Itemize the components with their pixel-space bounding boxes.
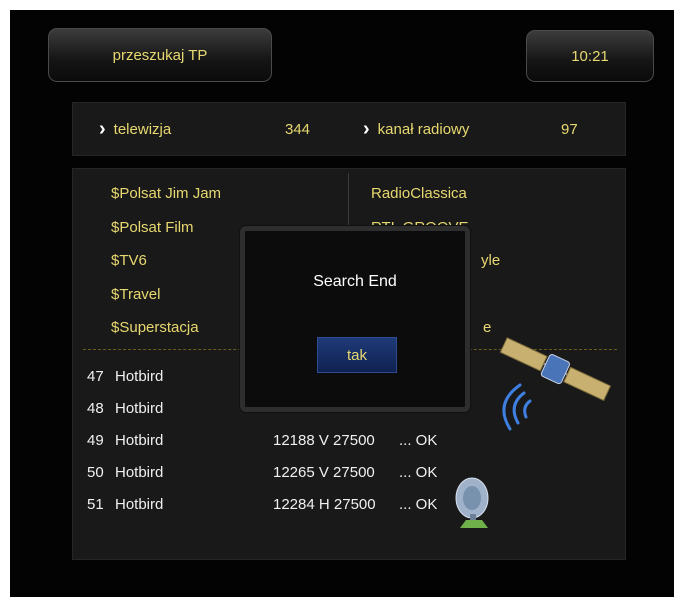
category-tv-count: 344 [285,120,311,138]
satellite-icon [499,337,612,431]
tp-number: 47 [87,368,104,385]
tp-number: 48 [87,400,104,417]
tv-screen: przeszukaj TP 10:21 › telewizja 344 › ka… [10,10,674,597]
category-tv-label: telewizja [113,120,172,138]
tp-satellite: Hotbird [115,400,164,417]
list-item[interactable]: $Polsat Jim Jam [111,177,221,211]
tp-frequency: 12188 V 27500 [273,432,375,449]
list-item[interactable]: $Travel [111,278,221,312]
tp-frequency: 12284 H 27500 [273,496,376,513]
tp-satellite: Hotbird [115,368,164,385]
tp-status: ... OK [399,464,438,481]
tv-channel-list: $Polsat Jim Jam $Polsat Film $TV6 $Trave… [111,177,221,345]
table-row: 51 Hotbird 12284 H 27500 ... OK [87,490,467,520]
dialog-message: Search End [313,273,397,290]
tp-status: ... OK [399,432,438,449]
category-bar: › telewizja 344 › kanał radiowy 97 [72,102,626,156]
chevron-right-icon: › [363,117,370,140]
category-radio[interactable]: › kanał radiowy [363,103,469,155]
ok-button[interactable]: tak [317,337,397,373]
category-radio-label: kanał radiowy [377,120,470,138]
tp-satellite: Hotbird [115,496,164,513]
satellite-dish-icon [455,477,489,528]
list-item[interactable]: $Polsat Film [111,211,221,245]
tp-number: 51 [87,496,104,513]
tp-status: ... OK [399,496,438,513]
tp-number: 50 [87,464,104,481]
list-item[interactable]: $Superstacja [111,311,221,345]
category-radio-count: 97 [561,120,578,138]
signal-waves-icon [502,383,532,431]
search-end-dialog: Search End tak [240,226,470,412]
tp-frequency: 12265 V 27500 [273,464,375,481]
chevron-right-icon: › [99,117,106,140]
tp-satellite: Hotbird [115,464,164,481]
category-tv[interactable]: › telewizja [99,103,171,155]
page-title: przeszukaj TP [48,28,272,82]
table-row: 49 Hotbird 12188 V 27500 ... OK [87,426,467,456]
tp-number: 49 [87,432,104,449]
list-item[interactable]: $TV6 [111,244,221,278]
table-row: 50 Hotbird 12265 V 27500 ... OK [87,458,467,488]
clock: 10:21 [526,30,654,82]
list-item[interactable]: RadioClassica [371,177,500,211]
tp-satellite: Hotbird [115,432,164,449]
